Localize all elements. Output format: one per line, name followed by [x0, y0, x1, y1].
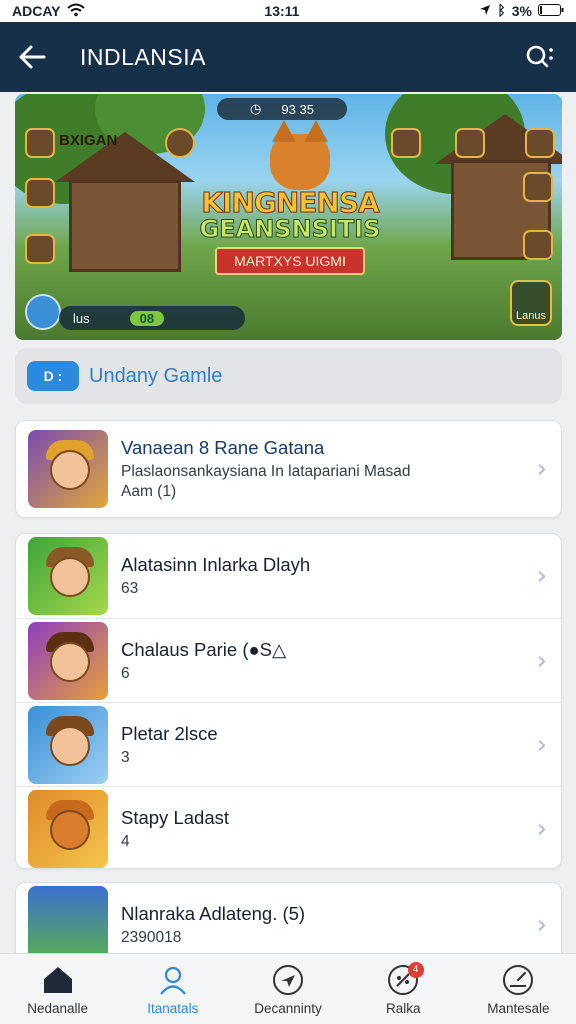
chevron-right-icon: › — [536, 645, 547, 676]
section-title: Undany Gamle — [89, 364, 223, 387]
game-meta: 6 — [121, 664, 130, 682]
banner-status-label: lus — [73, 310, 90, 326]
location-icon — [479, 3, 491, 19]
game-meta: 2390018 — [121, 929, 182, 946]
game-title: Alatasinn Inlarka Dlayh — [121, 554, 311, 575]
compass-icon — [271, 963, 305, 997]
page-title: INDLANSIA — [80, 43, 206, 70]
carrier-label: ADCAY — [12, 3, 61, 19]
profile-chip[interactable] — [455, 128, 485, 158]
featured-game-card[interactable]: Vanaean 8 Rane Gatana Plaslaonsankaysian… — [15, 420, 562, 518]
chevron-right-icon: › — [536, 729, 547, 760]
back-button[interactable] — [18, 37, 58, 77]
home-icon — [41, 963, 75, 997]
settings-chip[interactable] — [523, 172, 553, 202]
nav-item-more[interactable]: Mantesale — [461, 954, 576, 1024]
section-header[interactable]: D : Undany Gamle — [15, 348, 562, 404]
gems-chip[interactable] — [25, 178, 55, 208]
game-thumbnail — [28, 621, 108, 700]
logo-ribbon: MARTXYS UIGMI — [215, 247, 365, 275]
list-item[interactable]: Chalaus Parie (●S△ 6 › — [16, 618, 561, 702]
wifi-icon — [66, 3, 85, 20]
play-button-label: Lanus — [516, 310, 546, 322]
game-thumbnail — [28, 789, 108, 868]
game-title: Nlanraka Adlateng. (5) — [121, 903, 306, 924]
logo-line-2: GEANSNSITIS — [199, 215, 381, 244]
game-title: Chalaus Parie (●S△ — [121, 638, 287, 660]
chevron-right-icon: › — [536, 454, 547, 484]
fox-character — [270, 120, 330, 190]
list-item[interactable]: Alatasinn Inlarka Dlayh 63 › — [16, 534, 561, 618]
nav-label: Itanatals — [147, 1000, 199, 1016]
clock: 13:11 — [264, 3, 300, 19]
gauge-icon — [501, 963, 535, 997]
game-title: Vanaean 8 Rane Gatana — [121, 437, 325, 458]
event-timer: ◷ 93 35 — [217, 98, 347, 120]
top-app-bar: INDLANSIA — [0, 22, 576, 92]
reward-chip[interactable] — [165, 128, 195, 158]
game-rating: Aam (1) — [121, 483, 177, 500]
play-button[interactable]: Lanus — [510, 280, 552, 326]
list-item[interactable]: Stapy Ladast 4 › — [16, 786, 561, 870]
nav-item-profile[interactable]: Itanatals — [115, 954, 230, 1024]
game-title: Stapy Ladast — [121, 806, 229, 828]
status-bar: ADCAY 13:11 ᛒ 3% — [0, 0, 576, 22]
game-thumbnail — [28, 430, 108, 508]
clock-icon: ◷ — [250, 101, 262, 116]
section-badge: D : — [27, 361, 79, 391]
shield-chip[interactable] — [391, 128, 421, 158]
user-icon — [156, 963, 190, 997]
banner-status-bar: lus 08 — [59, 306, 245, 330]
banner-status-value: 08 — [129, 310, 165, 326]
chat-button[interactable] — [25, 294, 61, 330]
game-meta: 4 — [121, 832, 130, 850]
nav-label: Ralka — [385, 1000, 421, 1016]
game-meta: 63 — [121, 580, 139, 597]
search-button[interactable] — [522, 39, 558, 75]
chevron-right-icon: › — [536, 561, 547, 591]
nav-label: Mantesale — [487, 1000, 550, 1016]
featured-game-banner[interactable]: ◷ 93 35 BXIGAN KINGNENSA GEANSNSITIS MAR… — [15, 94, 562, 340]
chevron-right-icon: › — [536, 910, 547, 940]
search-icon — [526, 45, 553, 68]
battery-percent: 3% — [511, 3, 532, 19]
battery-icon — [538, 3, 564, 19]
shop-chip[interactable] — [25, 234, 55, 264]
nav-item-discover[interactable]: Decanninty — [230, 954, 345, 1024]
nav-item-home[interactable]: Nedanalle — [0, 954, 115, 1024]
gift-chip[interactable] — [525, 128, 555, 158]
chevron-right-icon: › — [536, 813, 547, 844]
game-thumbnail — [28, 705, 108, 784]
nav-label: Decanninty — [254, 1000, 322, 1016]
list-item[interactable]: Pletar 2lsce 3 › — [16, 702, 561, 786]
banner-chip-label: BXIGAN — [59, 132, 118, 149]
game-title: Pletar 2lsce — [121, 722, 218, 744]
arrow-left-icon — [19, 45, 46, 69]
game-meta: 3 — [121, 748, 130, 766]
game-logo: KINGNENSA GEANSNSITIS MARTXYS UIGMI — [195, 186, 385, 275]
menu-chip[interactable] — [25, 128, 55, 158]
map-chip[interactable] — [523, 230, 553, 260]
nav-label: Nedanalle — [27, 1000, 88, 1016]
nav-item-notifications[interactable]: 4 Ralka — [346, 954, 461, 1024]
timer-value: 93 35 — [281, 101, 314, 117]
game-list: Alatasinn Inlarka Dlayh 63 › Chalaus Par… — [15, 533, 562, 869]
notification-badge: 4 — [407, 962, 424, 978]
bluetooth-icon: ᛒ — [497, 3, 506, 19]
bottom-navigation: Nedanalle Itanatals Decanninty 4 Ralka M… — [0, 953, 576, 1024]
game-description: Plaslaonsankaysiana In latapariani Masad — [121, 463, 411, 480]
game-thumbnail — [28, 537, 108, 615]
